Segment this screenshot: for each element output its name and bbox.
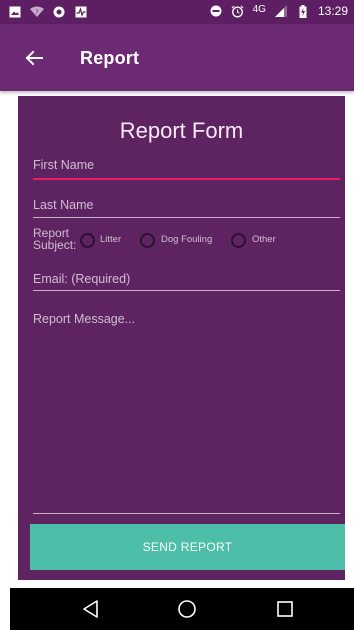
radio-litter[interactable] xyxy=(80,233,95,248)
back-triangle-icon[interactable] xyxy=(80,598,102,620)
home-circle-icon[interactable] xyxy=(176,598,198,620)
battery-charging-icon xyxy=(296,4,310,18)
last-name-underline xyxy=(33,217,340,218)
report-message-field[interactable]: Report Message... xyxy=(33,312,135,326)
wifi-question-icon: ? xyxy=(30,5,44,19)
email-placeholder: Email: (Required) xyxy=(33,272,131,286)
page-title: Report xyxy=(80,48,140,68)
email-underline xyxy=(33,290,340,291)
first-name-field[interactable]: First Name xyxy=(33,158,340,180)
network-type: 4G xyxy=(252,3,266,15)
last-name-placeholder: Last Name xyxy=(33,198,94,212)
recents-square-icon[interactable] xyxy=(274,598,296,620)
email-field[interactable]: Email: (Required) xyxy=(33,272,340,294)
image-icon xyxy=(8,5,22,19)
radio-other[interactable] xyxy=(231,233,246,248)
report-message-underline xyxy=(33,513,340,514)
report-form: Report Form First Name Last Name Report … xyxy=(18,96,345,580)
circle-icon xyxy=(52,5,66,19)
radio-label-other[interactable]: Other xyxy=(252,234,276,245)
first-name-underline xyxy=(33,178,340,180)
signal-icon xyxy=(274,4,288,18)
report-subject-group: Report Subject: Litter Dog Fouling Other xyxy=(33,224,340,254)
send-report-button[interactable]: SEND REPORT xyxy=(30,524,345,570)
alarm-icon xyxy=(231,4,245,18)
radio-label-dog-fouling[interactable]: Dog Fouling xyxy=(161,234,212,245)
status-bar: ? 4G 13:29 xyxy=(0,0,354,24)
status-bar-right: 4G 13:29 xyxy=(209,4,348,18)
radio-dog-fouling[interactable] xyxy=(140,233,155,248)
last-name-field[interactable]: Last Name xyxy=(33,198,340,220)
do-not-disturb-icon xyxy=(209,4,223,18)
app-bar: Report xyxy=(0,24,354,91)
form-title: Report Form xyxy=(119,118,244,143)
radio-label-litter[interactable]: Litter xyxy=(100,234,121,245)
activity-icon xyxy=(74,5,88,19)
subject-label: Report Subject: xyxy=(33,227,77,252)
system-nav-bar xyxy=(10,588,354,630)
subject-label-line2: Subject: xyxy=(33,238,77,252)
first-name-placeholder: First Name xyxy=(33,158,95,172)
status-time: 13:29 xyxy=(317,4,348,18)
svg-text:?: ? xyxy=(35,9,38,16)
arrow-left-icon[interactable] xyxy=(22,46,46,70)
status-bar-left: ? xyxy=(8,5,88,19)
